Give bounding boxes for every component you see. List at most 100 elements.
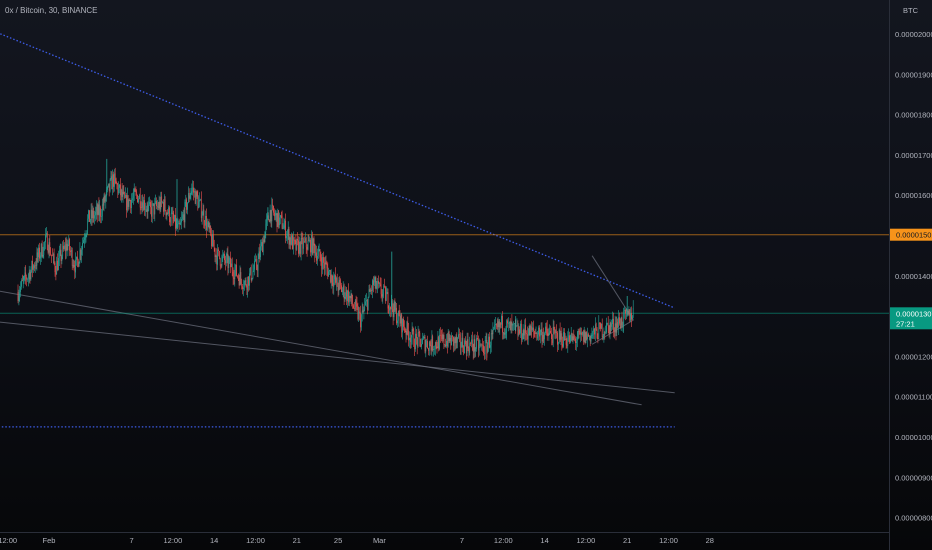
candle-body <box>483 345 484 354</box>
candle-body <box>112 174 113 190</box>
candle-body <box>398 310 400 317</box>
symbol-name: 0x / Bitcoin <box>5 6 45 15</box>
candle-body <box>241 279 243 287</box>
candle-body <box>42 254 44 257</box>
candle-body <box>156 201 157 206</box>
candle-body <box>26 277 27 280</box>
candle-body <box>125 195 126 198</box>
candle-body <box>508 321 510 324</box>
candle-body <box>150 202 151 208</box>
candle-body <box>555 331 557 334</box>
candle-body <box>583 330 585 342</box>
candle-body <box>284 220 286 226</box>
time-tick-label: 12:00 <box>659 536 678 545</box>
price-chart[interactable]: BTC 0.00000800 0.00000900 0.00001000 0.0000… <box>0 0 932 550</box>
candle-body <box>59 249 61 253</box>
candles <box>17 158 634 361</box>
candle-body <box>75 259 76 273</box>
candle-body <box>46 233 47 236</box>
symbol-info[interactable]: 0x / Bitcoin, 30, BINANCE <box>5 6 98 15</box>
candle-body <box>584 330 586 344</box>
candle-body <box>204 222 206 226</box>
candle-body <box>457 337 459 343</box>
candle-body <box>456 336 458 343</box>
candle-body <box>397 320 398 324</box>
trend-line[interactable] <box>0 26 675 309</box>
candle-body <box>346 290 348 302</box>
candle-body <box>296 238 298 250</box>
candle-body <box>194 191 195 193</box>
candle-body <box>246 285 248 290</box>
candle-body <box>190 191 192 196</box>
candle-body <box>388 308 390 311</box>
candle-body <box>354 300 356 309</box>
candle-body <box>74 267 76 273</box>
candle-body <box>47 249 49 253</box>
candle-body <box>34 265 35 268</box>
candle-body <box>105 196 107 202</box>
candle-body <box>427 341 428 348</box>
candle-body <box>399 316 401 324</box>
time-tick-label: 12:00 <box>246 536 265 545</box>
candle-body <box>566 344 568 346</box>
candle-body <box>613 330 615 332</box>
candle-body <box>375 277 377 289</box>
candle-body <box>45 235 46 243</box>
symbol-exchange: BINANCE <box>61 6 98 15</box>
candle-body <box>205 216 206 226</box>
candle-body <box>416 338 418 347</box>
chart-area[interactable]: BTC 0.00000800 0.00000900 0.00001000 0.0000… <box>0 0 932 550</box>
candle-body <box>298 240 299 254</box>
candle-body <box>592 331 594 336</box>
candle-body <box>332 282 334 287</box>
candle-body <box>490 333 492 346</box>
candle-body <box>452 335 453 337</box>
candle-body <box>521 339 523 340</box>
candle-body <box>206 216 207 230</box>
candle-body <box>601 324 602 329</box>
candle-body <box>629 309 631 321</box>
candle-body <box>212 234 214 247</box>
candle-body <box>48 242 50 253</box>
candle-body <box>504 333 506 335</box>
candle-body <box>57 260 58 271</box>
candle-body <box>121 189 123 197</box>
candle-body <box>134 189 136 192</box>
candle-body <box>368 289 370 297</box>
trend-line[interactable] <box>0 320 675 394</box>
candle-body <box>416 333 417 338</box>
candle-body <box>511 322 513 326</box>
candle-body <box>394 301 396 311</box>
time-tick-label: 12:00 <box>494 536 513 545</box>
candle-body <box>274 214 276 217</box>
candle-body <box>485 340 487 341</box>
candle-body <box>33 265 34 270</box>
time-axis[interactable]: 12:00 Feb 7 12:00 14 12:00 21 25 Mar 7 12:00 14 12:0… <box>0 536 714 545</box>
candle-body <box>83 240 84 243</box>
candle-body <box>430 345 432 351</box>
candle-body <box>540 329 542 332</box>
candle-body <box>465 340 466 345</box>
candle-body <box>220 265 222 267</box>
candle-body <box>153 203 155 215</box>
candle-body <box>603 332 605 336</box>
candle-body <box>247 276 249 290</box>
trend-line[interactable] <box>0 288 642 406</box>
candle-body <box>243 281 245 288</box>
candle-body <box>321 261 323 270</box>
candle-body <box>183 214 185 223</box>
candle-body <box>428 348 429 351</box>
candle-body <box>261 242 262 247</box>
candle-body <box>18 295 20 301</box>
candle-body <box>508 323 509 324</box>
candle-body <box>272 204 274 206</box>
candle-body <box>410 337 411 343</box>
candle-body <box>287 229 289 233</box>
candle-body <box>404 330 406 332</box>
price-axis[interactable]: BTC 0.00000800 0.00000900 0.00001000 0.0000… <box>0 0 932 550</box>
candle-body <box>472 347 474 352</box>
candle-body <box>473 339 475 352</box>
candle-body <box>218 249 219 251</box>
candle-body <box>145 209 147 211</box>
candle-body <box>292 235 293 250</box>
